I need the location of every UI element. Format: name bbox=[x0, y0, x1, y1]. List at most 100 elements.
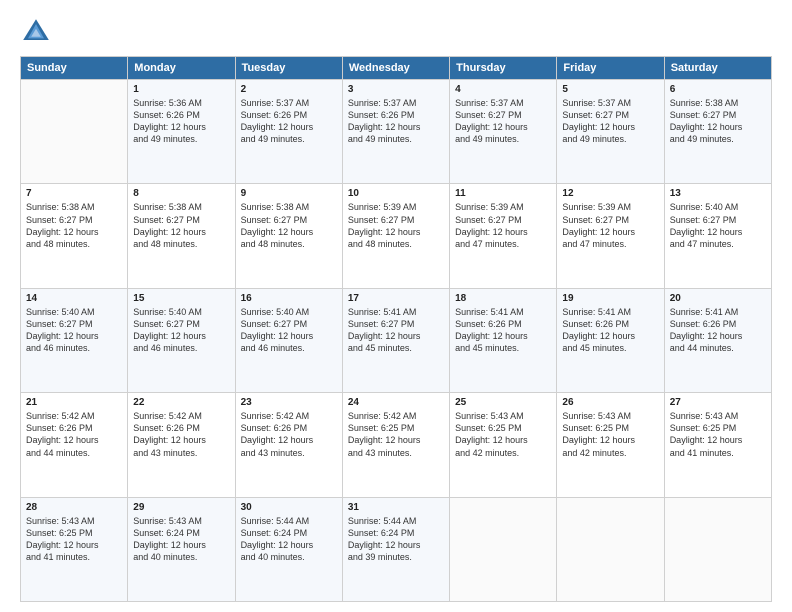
day-number: 26 bbox=[562, 397, 658, 408]
day-info: Sunrise: 5:41 AMSunset: 6:26 PMDaylight:… bbox=[670, 306, 766, 355]
calendar-cell: 2 Sunrise: 5:37 AMSunset: 6:26 PMDaylight… bbox=[235, 80, 342, 184]
week-row-2: 7 Sunrise: 5:38 AMSunset: 6:27 PMDaylight… bbox=[21, 184, 772, 288]
weekday-header-sunday: Sunday bbox=[21, 57, 128, 80]
weekday-header-saturday: Saturday bbox=[664, 57, 771, 80]
day-number: 12 bbox=[562, 188, 658, 199]
week-row-1: 1 Sunrise: 5:36 AMSunset: 6:26 PMDaylight… bbox=[21, 80, 772, 184]
calendar-cell: 22 Sunrise: 5:42 AMSunset: 6:26 PMDayligh… bbox=[128, 393, 235, 497]
calendar-table: SundayMondayTuesdayWednesdayThursdayFrid… bbox=[20, 56, 772, 602]
day-info: Sunrise: 5:38 AMSunset: 6:27 PMDaylight:… bbox=[670, 97, 766, 146]
day-info: Sunrise: 5:36 AMSunset: 6:26 PMDaylight:… bbox=[133, 97, 229, 146]
day-number: 20 bbox=[670, 293, 766, 304]
calendar-cell: 26 Sunrise: 5:43 AMSunset: 6:25 PMDayligh… bbox=[557, 393, 664, 497]
day-number: 22 bbox=[133, 397, 229, 408]
day-info: Sunrise: 5:37 AMSunset: 6:27 PMDaylight:… bbox=[562, 97, 658, 146]
day-number: 9 bbox=[241, 188, 337, 199]
header bbox=[20, 16, 772, 48]
weekday-header-monday: Monday bbox=[128, 57, 235, 80]
calendar-cell: 12Sunrise: 5:39 AMSunset: 6:27 PMDayligh… bbox=[557, 184, 664, 288]
calendar-cell: 23 Sunrise: 5:42 AMSunset: 6:26 PMDayligh… bbox=[235, 393, 342, 497]
calendar-cell: 10 Sunrise: 5:39 AMSunset: 6:27 PMDayligh… bbox=[342, 184, 449, 288]
calendar-cell: 18 Sunrise: 5:41 AMSunset: 6:26 PMDayligh… bbox=[450, 288, 557, 392]
day-info: Sunrise: 5:40 AMSunset: 6:27 PMDaylight:… bbox=[670, 201, 766, 250]
day-number: 23 bbox=[241, 397, 337, 408]
day-number: 24 bbox=[348, 397, 444, 408]
day-number: 21 bbox=[26, 397, 122, 408]
calendar-cell: 4 Sunrise: 5:37 AMSunset: 6:27 PMDaylight… bbox=[450, 80, 557, 184]
week-row-3: 14 Sunrise: 5:40 AMSunset: 6:27 PMDayligh… bbox=[21, 288, 772, 392]
day-number: 30 bbox=[241, 502, 337, 513]
day-info: Sunrise: 5:44 AMSunset: 6:24 PMDaylight:… bbox=[241, 515, 337, 564]
day-info: Sunrise: 5:43 AMSunset: 6:25 PMDaylight:… bbox=[562, 410, 658, 459]
day-info: Sunrise: 5:40 AMSunset: 6:27 PMDaylight:… bbox=[26, 306, 122, 355]
calendar-cell bbox=[664, 497, 771, 601]
day-info: Sunrise: 5:43 AMSunset: 6:24 PMDaylight:… bbox=[133, 515, 229, 564]
day-info: Sunrise: 5:41 AMSunset: 6:26 PMDaylight:… bbox=[562, 306, 658, 355]
day-info: Sunrise: 5:40 AMSunset: 6:27 PMDaylight:… bbox=[241, 306, 337, 355]
day-number: 7 bbox=[26, 188, 122, 199]
week-row-4: 21 Sunrise: 5:42 AMSunset: 6:26 PMDayligh… bbox=[21, 393, 772, 497]
calendar-cell: 9 Sunrise: 5:38 AMSunset: 6:27 PMDaylight… bbox=[235, 184, 342, 288]
day-number: 11 bbox=[455, 188, 551, 199]
day-number: 3 bbox=[348, 84, 444, 95]
calendar-cell bbox=[21, 80, 128, 184]
calendar-cell: 1 Sunrise: 5:36 AMSunset: 6:26 PMDaylight… bbox=[128, 80, 235, 184]
day-info: Sunrise: 5:40 AMSunset: 6:27 PMDaylight:… bbox=[133, 306, 229, 355]
calendar-cell: 19 Sunrise: 5:41 AMSunset: 6:26 PMDayligh… bbox=[557, 288, 664, 392]
day-info: Sunrise: 5:42 AMSunset: 6:26 PMDaylight:… bbox=[133, 410, 229, 459]
calendar-cell: 29Sunrise: 5:43 AMSunset: 6:24 PMDayligh… bbox=[128, 497, 235, 601]
calendar-cell: 5 Sunrise: 5:37 AMSunset: 6:27 PMDaylight… bbox=[557, 80, 664, 184]
day-number: 4 bbox=[455, 84, 551, 95]
day-number: 1 bbox=[133, 84, 229, 95]
week-row-5: 28 Sunrise: 5:43 AMSunset: 6:25 PMDayligh… bbox=[21, 497, 772, 601]
weekday-header-row: SundayMondayTuesdayWednesdayThursdayFrid… bbox=[21, 57, 772, 80]
day-number: 15 bbox=[133, 293, 229, 304]
day-info: Sunrise: 5:42 AMSunset: 6:25 PMDaylight:… bbox=[348, 410, 444, 459]
calendar-cell: 8Sunrise: 5:38 AMSunset: 6:27 PMDaylight… bbox=[128, 184, 235, 288]
calendar-cell: 15 Sunrise: 5:40 AMSunset: 6:27 PMDayligh… bbox=[128, 288, 235, 392]
calendar-cell: 28 Sunrise: 5:43 AMSunset: 6:25 PMDayligh… bbox=[21, 497, 128, 601]
day-info: Sunrise: 5:37 AMSunset: 6:26 PMDaylight:… bbox=[241, 97, 337, 146]
day-info: Sunrise: 5:42 AMSunset: 6:26 PMDaylight:… bbox=[241, 410, 337, 459]
day-number: 10 bbox=[348, 188, 444, 199]
calendar-cell: 31Sunrise: 5:44 AMSunset: 6:24 PMDayligh… bbox=[342, 497, 449, 601]
day-number: 2 bbox=[241, 84, 337, 95]
day-number: 17 bbox=[348, 293, 444, 304]
day-info: Sunrise: 5:43 AMSunset: 6:25 PMDaylight:… bbox=[670, 410, 766, 459]
calendar-cell: 16 Sunrise: 5:40 AMSunset: 6:27 PMDayligh… bbox=[235, 288, 342, 392]
page: SundayMondayTuesdayWednesdayThursdayFrid… bbox=[0, 0, 792, 612]
day-number: 8 bbox=[133, 188, 229, 199]
calendar-cell bbox=[450, 497, 557, 601]
day-number: 16 bbox=[241, 293, 337, 304]
calendar-cell: 21Sunrise: 5:42 AMSunset: 6:26 PMDayligh… bbox=[21, 393, 128, 497]
day-number: 18 bbox=[455, 293, 551, 304]
weekday-header-tuesday: Tuesday bbox=[235, 57, 342, 80]
day-info: Sunrise: 5:38 AMSunset: 6:27 PMDaylight:… bbox=[241, 201, 337, 250]
day-number: 5 bbox=[562, 84, 658, 95]
calendar-cell: 11Sunrise: 5:39 AMSunset: 6:27 PMDayligh… bbox=[450, 184, 557, 288]
day-number: 6 bbox=[670, 84, 766, 95]
calendar-cell: 20 Sunrise: 5:41 AMSunset: 6:26 PMDayligh… bbox=[664, 288, 771, 392]
calendar-cell: 24 Sunrise: 5:42 AMSunset: 6:25 PMDayligh… bbox=[342, 393, 449, 497]
calendar-cell: 3 Sunrise: 5:37 AMSunset: 6:26 PMDaylight… bbox=[342, 80, 449, 184]
weekday-header-wednesday: Wednesday bbox=[342, 57, 449, 80]
day-info: Sunrise: 5:37 AMSunset: 6:26 PMDaylight:… bbox=[348, 97, 444, 146]
day-number: 25 bbox=[455, 397, 551, 408]
day-info: Sunrise: 5:43 AMSunset: 6:25 PMDaylight:… bbox=[26, 515, 122, 564]
calendar-cell: 13 Sunrise: 5:40 AMSunset: 6:27 PMDayligh… bbox=[664, 184, 771, 288]
logo bbox=[20, 16, 56, 48]
day-number: 19 bbox=[562, 293, 658, 304]
day-number: 13 bbox=[670, 188, 766, 199]
calendar-cell: 27Sunrise: 5:43 AMSunset: 6:25 PMDayligh… bbox=[664, 393, 771, 497]
day-info: Sunrise: 5:37 AMSunset: 6:27 PMDaylight:… bbox=[455, 97, 551, 146]
calendar-cell: 14 Sunrise: 5:40 AMSunset: 6:27 PMDayligh… bbox=[21, 288, 128, 392]
day-number: 28 bbox=[26, 502, 122, 513]
day-number: 31 bbox=[348, 502, 444, 513]
logo-icon bbox=[20, 16, 52, 48]
day-info: Sunrise: 5:39 AMSunset: 6:27 PMDaylight:… bbox=[348, 201, 444, 250]
calendar-cell: 6 Sunrise: 5:38 AMSunset: 6:27 PMDaylight… bbox=[664, 80, 771, 184]
day-info: Sunrise: 5:41 AMSunset: 6:26 PMDaylight:… bbox=[455, 306, 551, 355]
day-info: Sunrise: 5:41 AMSunset: 6:27 PMDaylight:… bbox=[348, 306, 444, 355]
calendar-cell: 30 Sunrise: 5:44 AMSunset: 6:24 PMDayligh… bbox=[235, 497, 342, 601]
day-number: 14 bbox=[26, 293, 122, 304]
